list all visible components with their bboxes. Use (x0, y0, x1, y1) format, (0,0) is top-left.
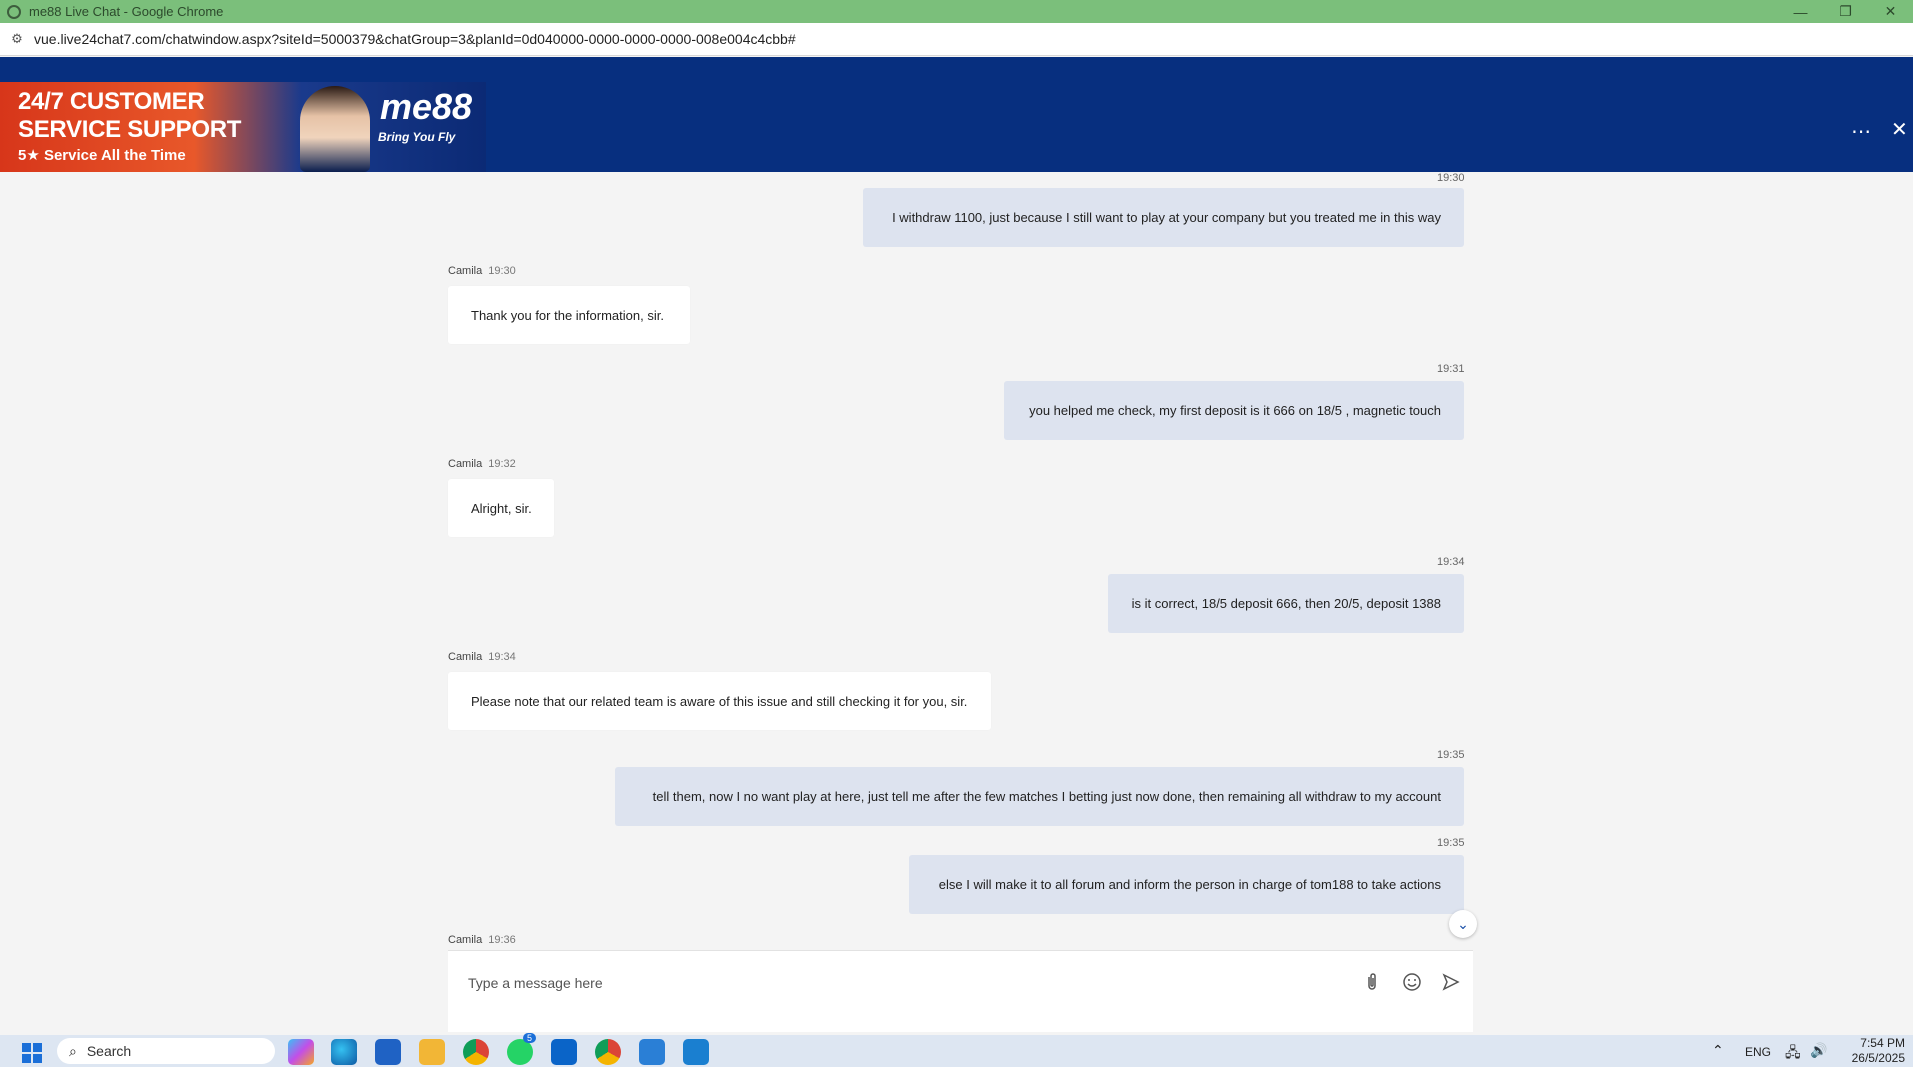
whatsapp-icon[interactable]: 5 (507, 1033, 537, 1065)
search-icon: ⌕ (69, 1042, 77, 1059)
sender-name: Camila (448, 265, 483, 277)
window-close-button[interactable]: ✕ (1868, 0, 1913, 23)
message-text: Alright, sir. (471, 500, 532, 516)
message-time: 19:34 (488, 651, 516, 663)
window-titlebar: me88 Live Chat - Google Chrome — ❐ ✕ (0, 0, 1913, 23)
banner-line-3: 5★ Service All the Time (18, 147, 186, 164)
windows-start-icon[interactable] (22, 1043, 42, 1063)
sender-label: Camila 19:32 (448, 458, 516, 470)
brand-tagline: Bring You Fly (378, 130, 456, 144)
outgoing-message: you helped me check, my first deposit is… (1004, 381, 1464, 440)
chrome-profile-icon[interactable] (595, 1039, 621, 1065)
chevron-down-icon: ⌄ (1457, 915, 1469, 932)
message-text: I withdraw 1100, just because I still wa… (892, 210, 1441, 225)
message-time: 19:35 (1437, 837, 1465, 849)
edge-icon[interactable] (331, 1039, 357, 1065)
message-time: 19:32 (488, 458, 516, 470)
whatsapp-badge: 5 (523, 1033, 537, 1043)
chat-transcript[interactable]: 19:30 I withdraw 1100, just because I st… (0, 172, 1913, 947)
message-time: 19:34 (1437, 556, 1465, 568)
photos-icon[interactable] (683, 1039, 709, 1065)
incoming-message: Please note that our related team is awa… (448, 672, 991, 730)
clock-time[interactable]: 7:54 PM (1855, 1036, 1905, 1050)
attachment-icon[interactable] (1360, 970, 1384, 994)
incoming-message: Alright, sir. (448, 479, 554, 537)
outlook-icon[interactable] (551, 1039, 577, 1065)
message-text: Thank you for the information, sir. (471, 307, 664, 323)
outgoing-message: I withdraw 1100, just because I still wa… (863, 188, 1464, 247)
language-indicator[interactable]: ENG (1745, 1045, 1771, 1059)
message-time: 19:30 (488, 265, 516, 277)
site-info-icon[interactable]: ⚙ (9, 31, 25, 47)
store-icon[interactable] (375, 1039, 401, 1065)
sender-name: Camila (448, 934, 483, 946)
sender-label: Camila 19:30 (448, 265, 516, 277)
message-input[interactable] (468, 973, 1328, 993)
sender-label: Camila 19:34 (448, 651, 516, 663)
message-text: else I will make it to all forum and inf… (938, 877, 1441, 892)
chrome-app-icon (7, 4, 21, 19)
outgoing-message: tell them, now I no want play at here, j… (615, 767, 1464, 826)
chevron-up-icon[interactable]: ⌃ (1712, 1042, 1724, 1059)
emoji-icon[interactable] (1400, 970, 1424, 994)
message-composer (448, 950, 1473, 1032)
volume-icon[interactable]: 🔊 (1810, 1042, 1827, 1059)
banner-line-2: SERVICE SUPPORT (18, 116, 242, 143)
clock-date[interactable]: 26/5/2025 (1845, 1051, 1905, 1065)
taskbar-search-label: Search (86, 1043, 132, 1059)
outgoing-message: else I will make it to all forum and inf… (909, 855, 1464, 914)
sender-name: Camila (448, 458, 483, 470)
sender-label: Camila 19:36 (448, 934, 516, 946)
message-text: tell them, now I no want play at here, j… (652, 789, 1441, 804)
outgoing-message: is it correct, 18/5 deposit 666, then 20… (1108, 574, 1464, 633)
scroll-to-bottom-button[interactable]: ⌄ (1449, 910, 1477, 938)
message-time: 19:36 (488, 934, 516, 946)
message-time: 19:35 (1437, 749, 1465, 761)
incoming-message: Thank you for the information, sir. (448, 286, 690, 344)
window-title: me88 Live Chat - Google Chrome (29, 4, 224, 19)
os-taskbar: ⌕ Search 5 ⌃ ENG 🖧 🔊 7:54 PM 26/5/2025 (0, 1033, 1913, 1067)
banner-line-1: 24/7 CUSTOMER (18, 88, 205, 115)
send-icon[interactable] (1439, 970, 1463, 994)
message-time: 19:31 (1437, 363, 1465, 375)
message-text: is it correct, 18/5 deposit 666, then 20… (1131, 596, 1441, 611)
address-bar[interactable]: ⚙ vue.live24chat7.com/chatwindow.aspx?si… (0, 23, 1913, 56)
message-text: Please note that our related team is awa… (471, 693, 968, 709)
message-text: you helped me check, my first deposit is… (1029, 403, 1441, 418)
chrome-icon[interactable] (463, 1039, 489, 1065)
brand-logo: me88 (380, 86, 473, 127)
notepad-icon[interactable] (639, 1039, 665, 1065)
copilot-icon[interactable] (288, 1039, 314, 1065)
more-options-icon[interactable]: ⋯ (1851, 119, 1872, 144)
sender-name: Camila (448, 651, 483, 663)
restore-button[interactable]: ❐ (1823, 0, 1868, 23)
file-explorer-icon[interactable] (419, 1039, 445, 1065)
banner-agent-image (300, 86, 370, 172)
minimize-button[interactable]: — (1778, 0, 1823, 23)
network-icon[interactable]: 🖧 (1785, 1042, 1801, 1066)
promo-banner: 24/7 CUSTOMER SERVICE SUPPORT 5★ Service… (0, 82, 486, 172)
close-chat-icon[interactable]: ✕ (1891, 117, 1908, 142)
taskbar-search[interactable]: ⌕ Search (57, 1038, 275, 1064)
url-text[interactable]: vue.live24chat7.com/chatwindow.aspx?site… (34, 31, 796, 47)
message-time: 19:30 (1437, 172, 1465, 184)
